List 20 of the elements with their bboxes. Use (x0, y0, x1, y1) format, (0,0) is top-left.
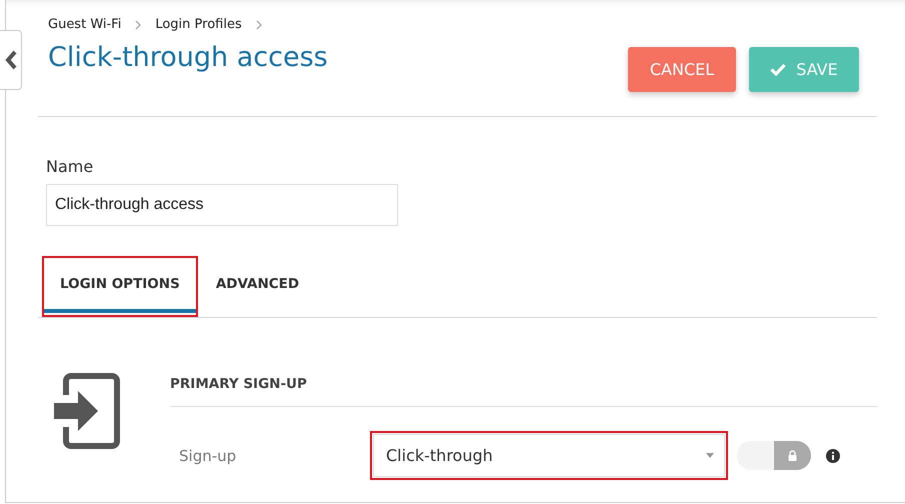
breadcrumb-link[interactable]: Guest Wi-Fi (48, 17, 122, 32)
section-heading: PRIMARY SIGN-UP (170, 376, 877, 407)
chevron-left-icon (4, 50, 16, 70)
sign-up-dropdown[interactable]: Click-through (373, 434, 725, 477)
chevron-right-icon (135, 20, 142, 30)
field-label: Name (46, 157, 94, 176)
field-label: Sign-up (178, 446, 238, 464)
sign-in-icon (52, 373, 122, 449)
info-icon[interactable] (826, 448, 840, 462)
checkmark-icon (770, 63, 786, 76)
collapse-tab[interactable] (0, 30, 22, 90)
toggle-switch[interactable] (737, 441, 811, 470)
caret-icon (706, 453, 714, 458)
name-input-field[interactable]: Click-through access (46, 184, 398, 226)
breadcrumb-link[interactable]: Login Profiles (155, 17, 242, 32)
chevron-right-icon (256, 20, 262, 30)
tab[interactable]: LOGIN OPTIONS (44, 258, 196, 313)
lock-icon (788, 450, 797, 461)
page-title: Click-through access (48, 42, 328, 73)
tab[interactable]: ADVANCED (200, 258, 316, 313)
